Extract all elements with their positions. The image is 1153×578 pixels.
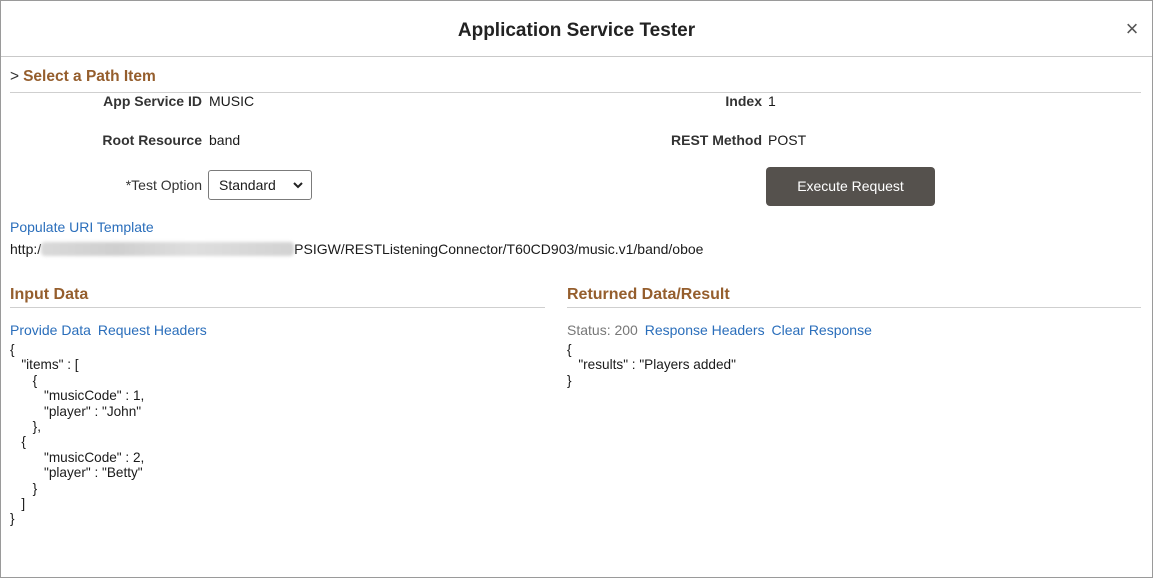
select-path-item-heading: Select a Path Item: [23, 68, 156, 85]
clear-response-link[interactable]: Clear Response: [771, 322, 871, 338]
app-service-id-label: App Service ID: [103, 93, 202, 109]
input-links: Provide Data Request Headers: [10, 322, 207, 338]
root-resource-value: band: [209, 132, 241, 148]
redacted-host: [41, 242, 295, 256]
provide-data-link[interactable]: Provide Data: [10, 322, 91, 338]
test-option-label: *Test Option: [125, 177, 202, 193]
uri-template: http:/ PSIGW/RESTListeningConnector/T60CD…: [10, 241, 703, 257]
index-value: 1: [768, 93, 776, 109]
uri-prefix: http:/: [10, 241, 42, 257]
input-data-body[interactable]: { "items" : [ { "musicCode" : 1, "player…: [10, 342, 144, 527]
result-links: Status: 200 Response Headers Clear Respo…: [567, 322, 872, 338]
populate-uri-template-link[interactable]: Populate URI Template: [10, 219, 154, 235]
dialog-title-bar: Application Service Tester ×: [1, 1, 1152, 57]
status-text: Status: 200: [567, 322, 638, 338]
input-data-heading: Input Data: [10, 286, 89, 303]
execute-request-button[interactable]: Execute Request: [766, 167, 935, 206]
test-option-value: Standard: [219, 177, 276, 193]
rest-method-value: POST: [768, 132, 807, 148]
chevron-right-icon: >: [10, 68, 20, 85]
select-path-item-toggle[interactable]: > Select a Path Item: [10, 68, 156, 86]
test-option-select[interactable]: Standard: [208, 170, 312, 200]
index-label: Index: [725, 93, 762, 109]
root-resource-label: Root Resource: [102, 132, 202, 148]
response-headers-link[interactable]: Response Headers: [645, 322, 765, 338]
input-section-divider: [10, 307, 545, 308]
application-service-tester-dialog: Application Service Tester × > Select a P…: [0, 0, 1153, 578]
result-section-divider: [567, 307, 1141, 308]
dialog-title: Application Service Tester: [457, 20, 696, 41]
rest-method-label: REST Method: [671, 132, 762, 148]
chevron-down-icon: [293, 182, 303, 189]
result-data-body: { "results" : "Players added" }: [567, 342, 736, 388]
uri-path: PSIGW/RESTListeningConnector/T60CD903/mu…: [294, 241, 704, 257]
returned-data-heading: Returned Data/Result: [567, 286, 730, 303]
request-headers-link[interactable]: Request Headers: [98, 322, 207, 338]
close-icon[interactable]: ×: [1122, 18, 1142, 40]
app-service-id-value: MUSIC: [209, 93, 255, 109]
